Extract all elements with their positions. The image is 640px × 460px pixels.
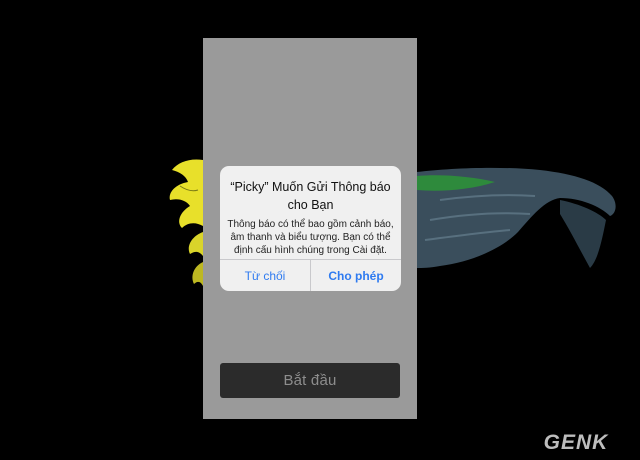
flower-image — [169, 159, 203, 286]
watermark-text: GENK — [544, 431, 610, 454]
deny-button[interactable]: Từ chối — [220, 260, 310, 291]
notification-permission-alert: “Picky” Muốn Gửi Thông báo cho Bạn Thông… — [220, 166, 401, 291]
alert-message: Thông báo có thể bao gồm cảnh báo, âm th… — [227, 219, 394, 256]
genk-logo: GENK — [544, 431, 610, 454]
stage: Bắt đầu “Picky” Muốn Gửi Thông báo cho B… — [0, 0, 640, 460]
alert-title: “Picky” Muốn Gửi Thông báo cho Bạn — [230, 180, 391, 212]
alert-actions: Từ chối Cho phép — [220, 259, 401, 291]
leaf-image — [417, 167, 616, 268]
allow-button[interactable]: Cho phép — [310, 260, 401, 291]
start-button[interactable]: Bắt đầu — [220, 363, 400, 398]
